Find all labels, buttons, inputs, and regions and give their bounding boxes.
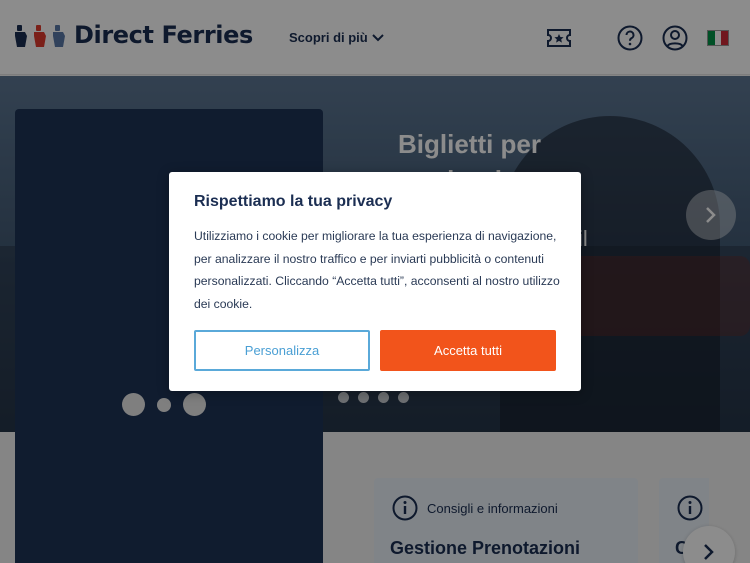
accept-all-button[interactable]: Accetta tutti — [380, 330, 556, 371]
cookie-dialog-body: Utilizziamo i cookie per migliorare la t… — [194, 229, 560, 311]
customize-button[interactable]: Personalizza — [194, 330, 370, 371]
cookie-dialog-title: Rispettiamo la tua privacy — [194, 193, 393, 210]
cookie-consent-dialog: Rispettiamo la tua privacy Utilizziamo i… — [169, 172, 581, 391]
